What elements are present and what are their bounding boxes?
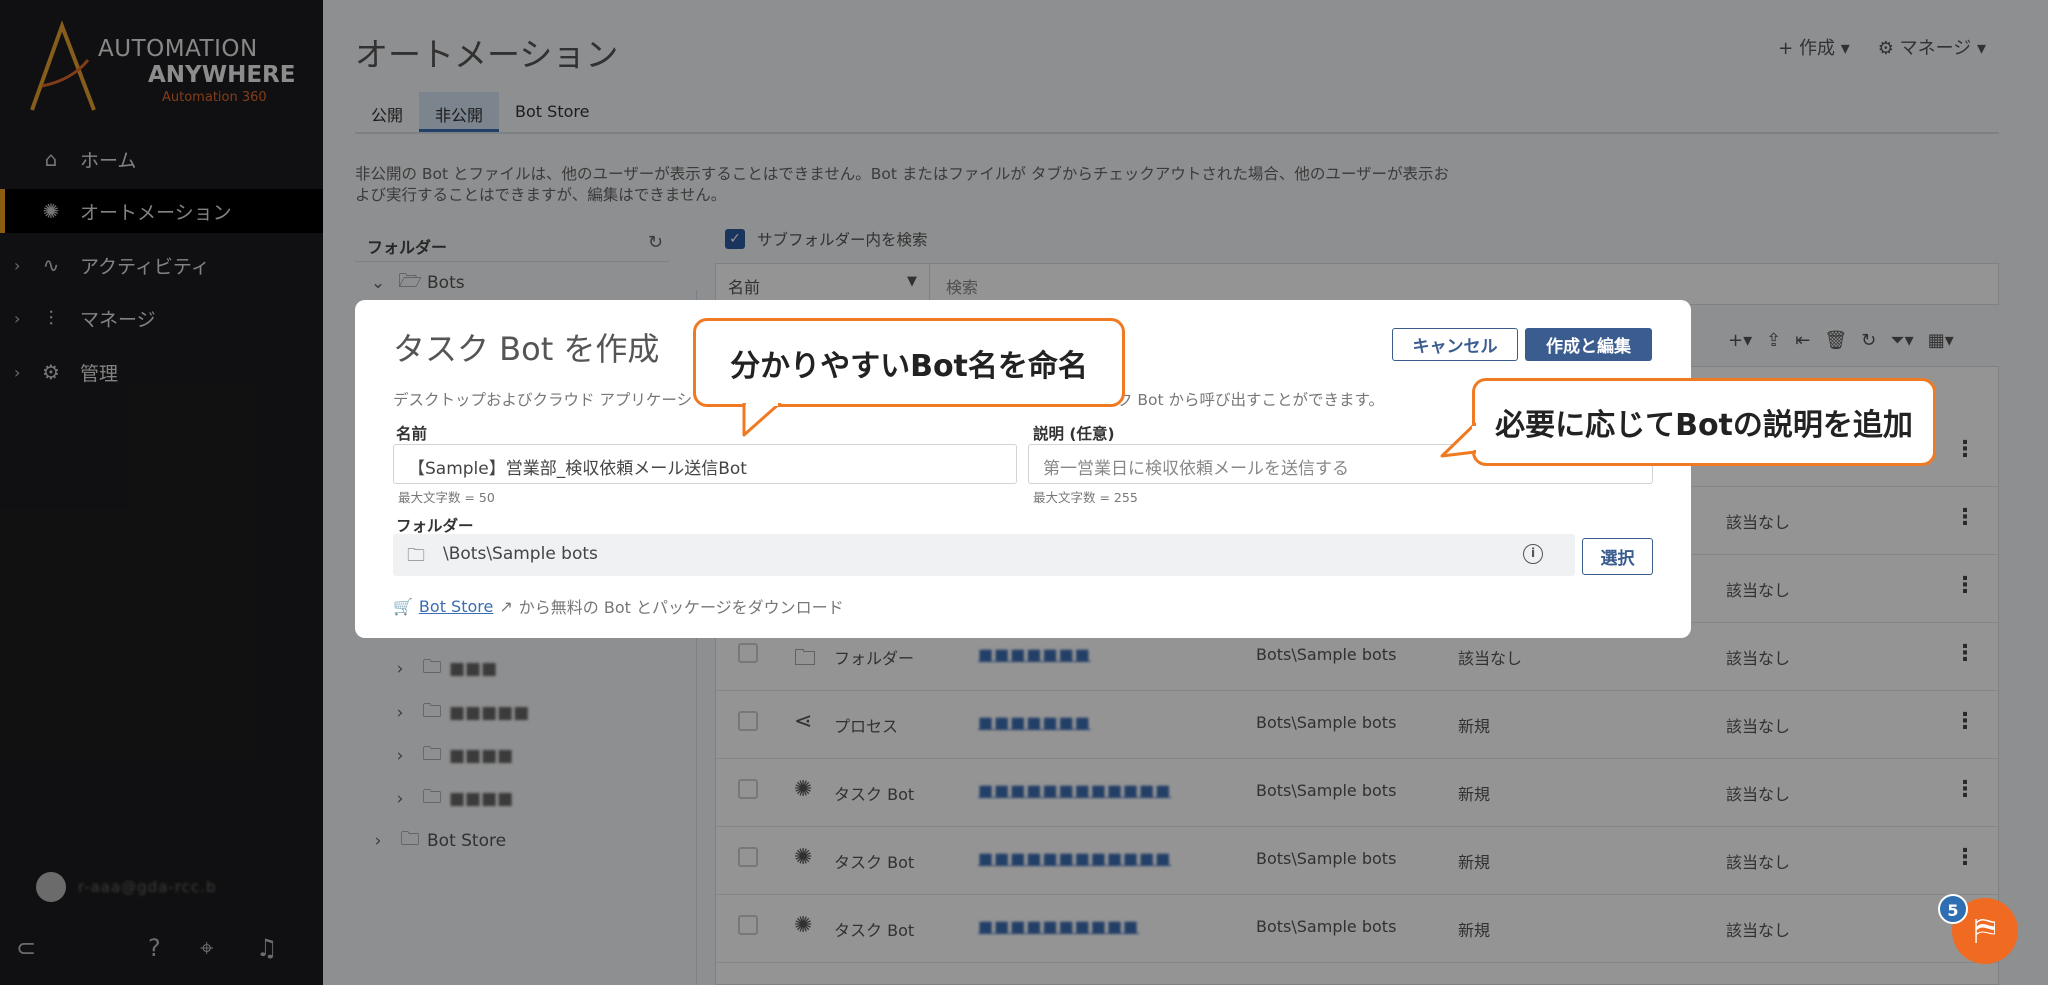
external-link-icon: ↗ bbox=[499, 596, 513, 616]
help-assistant-button[interactable]: ⛿ 5 bbox=[1938, 894, 2024, 974]
callout-name-tail bbox=[742, 403, 782, 437]
callout-description-tip: 必要に応じてBotの説明を追加 bbox=[1472, 378, 1936, 466]
callout-name-text: 分かりやすいBot名を命名 bbox=[730, 348, 1088, 384]
help-badge: 5 bbox=[1938, 894, 1968, 924]
callout-description-tail bbox=[1440, 422, 1476, 458]
folder-label: フォルダー bbox=[396, 517, 474, 535]
callout-description-text: 必要に応じてBotの説明を追加 bbox=[1495, 408, 1913, 443]
bot-store-text: から無料の Bot とパッケージをダウンロード bbox=[518, 598, 844, 617]
folder-path-field: 🗀 \Bots\Sample bots i bbox=[393, 534, 1575, 576]
bot-store-link[interactable]: Bot Store bbox=[419, 597, 493, 616]
folder-icon: 🗀 bbox=[407, 545, 425, 566]
name-input[interactable]: 【Sample】営業部_検収依頼メール送信Bot bbox=[393, 444, 1017, 484]
folder-path-value: \Bots\Sample bots bbox=[443, 544, 598, 564]
bot-store-row: 🛒 Bot Store ↗ から無料の Bot とパッケージをダウンロード bbox=[393, 594, 844, 618]
callout-name-tip: 分かりやすいBot名を命名 bbox=[693, 318, 1125, 407]
description-hint: 最大文字数 = 255 bbox=[1033, 490, 1138, 505]
bot-store-cart-icon: 🛒 bbox=[393, 596, 413, 616]
dialog-description: デスクトップおよびクラウド アプリケーシ bbox=[393, 391, 693, 409]
description-label: 説明 (任意) bbox=[1033, 425, 1115, 443]
create-and-edit-button[interactable]: 作成と編集 bbox=[1525, 328, 1652, 361]
select-folder-button[interactable]: 選択 bbox=[1582, 538, 1653, 575]
info-icon[interactable]: i bbox=[1523, 544, 1543, 564]
cancel-button[interactable]: キャンセル bbox=[1392, 328, 1518, 361]
name-hint: 最大文字数 = 50 bbox=[398, 490, 495, 505]
name-label: 名前 bbox=[396, 425, 428, 443]
dialog-title: タスク Bot を作成 bbox=[393, 330, 660, 368]
dialog-description-end: ク Bot から呼び出すことができます。 bbox=[1117, 391, 1384, 409]
